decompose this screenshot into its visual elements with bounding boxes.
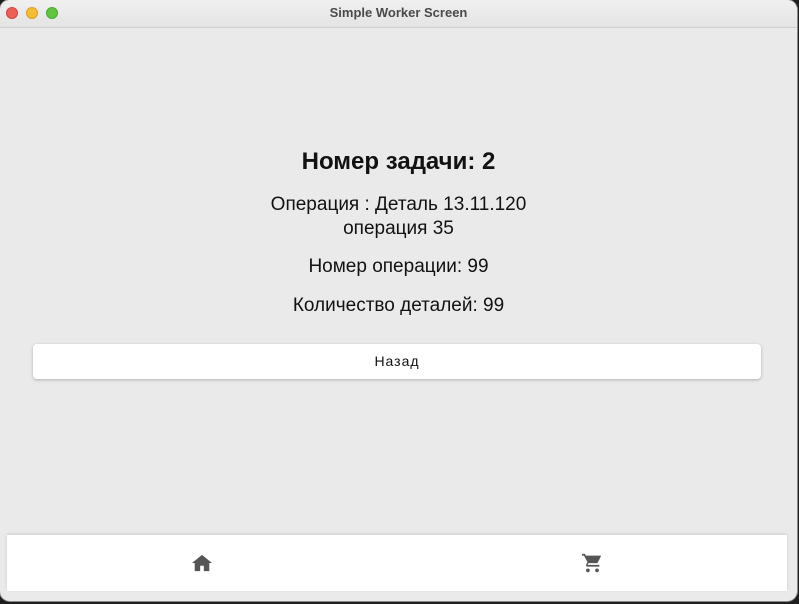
nav-cart-button[interactable] [397, 535, 787, 591]
back-button[interactable]: Назад [33, 344, 761, 379]
app-window: Simple Worker Screen Номер задачи: 2 Опе… [0, 0, 797, 601]
nav-home-button[interactable] [7, 535, 397, 591]
title-bar: Simple Worker Screen [0, 0, 797, 28]
part-count: Количество деталей: 99 [292, 295, 505, 316]
task-details-panel: Номер задачи: 2 Операция : Деталь 13.11.… [0, 28, 797, 534]
operation-number: Номер операции: 99 [308, 256, 489, 277]
operation-line-1: Операция : Деталь 13.11.120 [270, 194, 527, 215]
operation-description: Операция : Деталь 13.11.120 операция 35 [0, 193, 797, 241]
operation-line-2: операция 35 [343, 218, 454, 239]
bottom-navigation-bar [7, 535, 787, 591]
task-number-title: Номер задачи: 2 [301, 148, 496, 175]
cart-icon [581, 553, 602, 573]
window-title: Simple Worker Screen [329, 5, 468, 20]
home-icon [192, 554, 212, 572]
